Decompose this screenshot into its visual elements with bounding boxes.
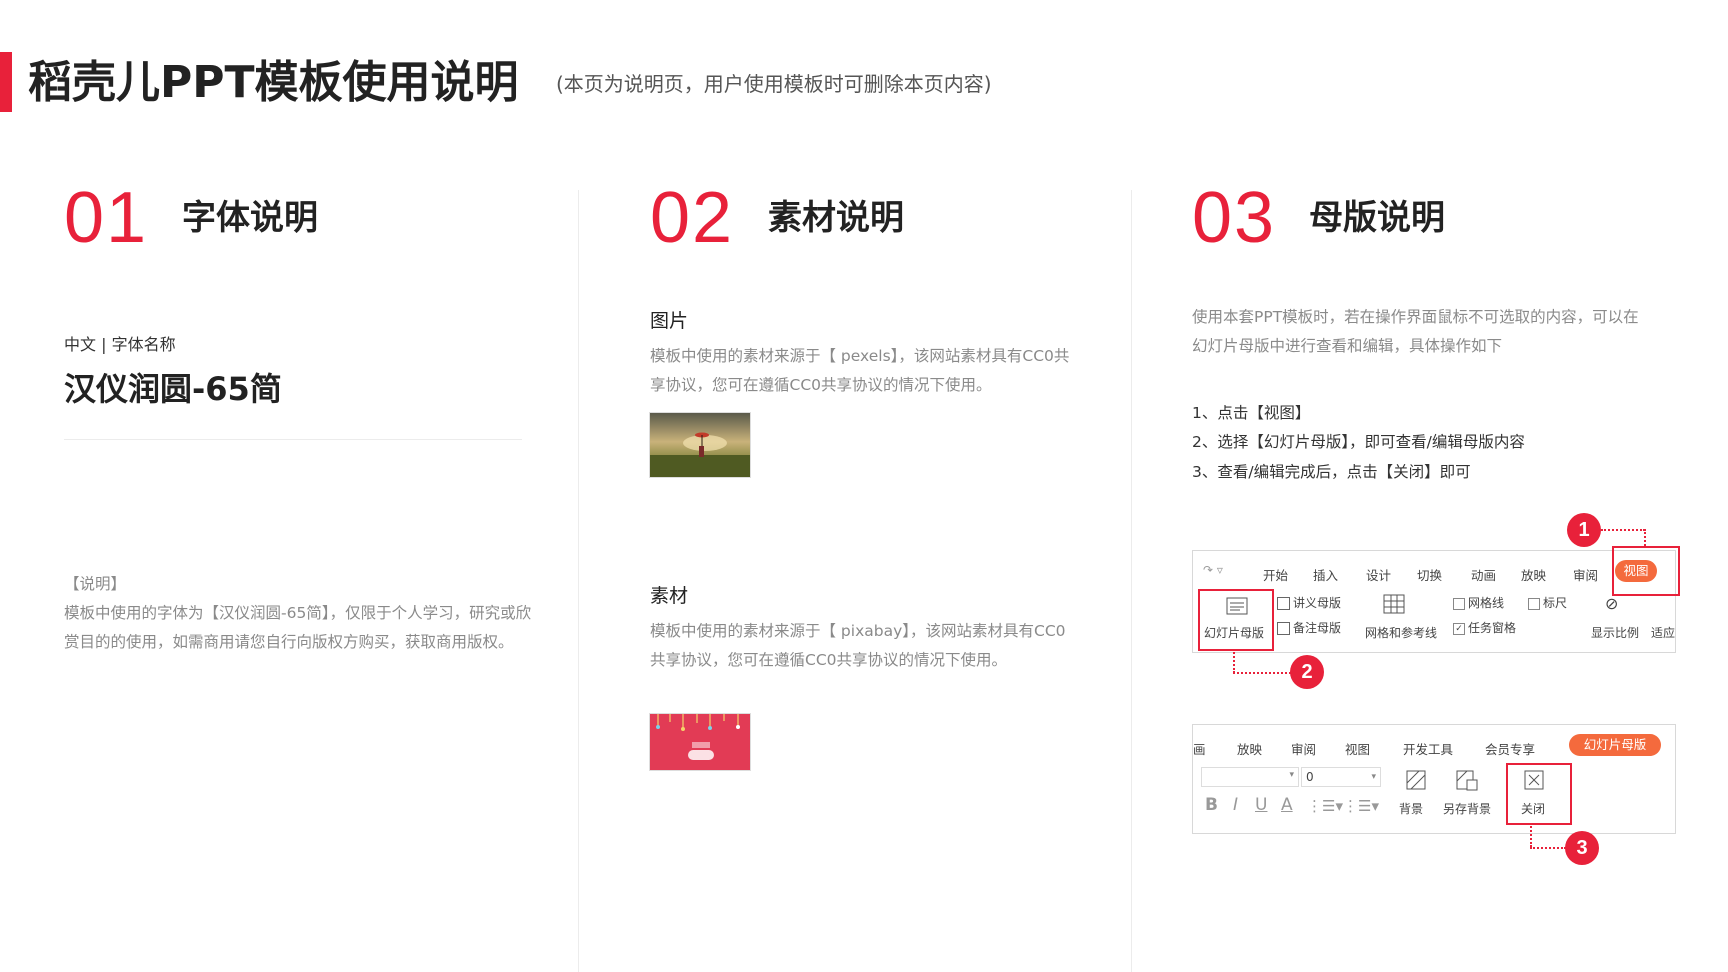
- ribbon-tab: 动画: [1471, 568, 1497, 583]
- master-intro: 使用本套PPT模板时，若在操作界面鼠标不可选取的内容，可以在幻灯片母版中进行查看…: [1192, 308, 1639, 355]
- asset-heading: 素材: [650, 585, 689, 607]
- step-3: 3、查看/编辑完成后，点击【关闭】即可: [1192, 463, 1471, 481]
- master-ribbon-illustration: 画 放映 审阅 视图 开发工具 会员专享 幻灯片母版 ▾ 0 ▾ B I U A …: [1192, 724, 1676, 834]
- ribbon-tab: 审阅: [1573, 568, 1599, 583]
- background-label: 背景: [1399, 802, 1424, 816]
- ribbon-tab: 审阅: [1291, 742, 1317, 757]
- notes-master: 备注母版: [1277, 619, 1341, 636]
- font-color-button: A: [1281, 795, 1293, 815]
- bullet-list-icon: ⋮☰▾: [1307, 797, 1343, 815]
- font-family-field: ▾: [1201, 767, 1299, 787]
- section-title: 母版说明: [1309, 198, 1445, 238]
- image-heading: 图片: [650, 310, 689, 332]
- save-background-label: 另存背景: [1443, 802, 1492, 816]
- asset-thumbnail: [649, 713, 751, 771]
- grid-icon: [1383, 594, 1405, 617]
- bold-button: B: [1205, 795, 1218, 815]
- font-size-field: 0 ▾: [1301, 767, 1381, 787]
- asset-description: 模板中使用的素材来源于【 pixabay】，该网站素材具有CC0共享协议，您可在…: [650, 622, 1066, 669]
- ribbon-tab: 设计: [1366, 568, 1392, 583]
- close-highlight: [1506, 763, 1572, 825]
- zoom-label: 显示比例: [1591, 626, 1640, 640]
- ribbon-tab: 视图: [1345, 742, 1371, 757]
- section-title: 素材说明: [768, 198, 904, 238]
- gridlines-option: 网格线: [1453, 594, 1504, 611]
- page-subtitle: (本页为说明页，用户使用模板时可删除本页内容): [556, 72, 992, 96]
- step-2: 2、选择【幻灯片母版】，即可查看/编辑母版内容: [1192, 433, 1525, 451]
- ribbon-tab: 插入: [1313, 568, 1339, 583]
- section-number: 02: [650, 178, 735, 258]
- connector-line: [1644, 529, 1646, 546]
- image-description: 模板中使用的素材来源于【 pexels】，该网站素材具有CC0共享协议，您可在遵…: [650, 347, 1070, 394]
- column-divider: [578, 190, 579, 972]
- ribbon-tab: 开始: [1263, 568, 1289, 583]
- handout-master: 讲义母版: [1277, 594, 1341, 611]
- task-pane-option: ✓ 任务窗格: [1453, 619, 1516, 636]
- step-badge: 3: [1565, 831, 1599, 865]
- ribbon-tab: 会员专享: [1485, 742, 1536, 757]
- connector-line: [1530, 847, 1566, 849]
- ribbon-tab: 开发工具: [1403, 742, 1454, 757]
- ribbon-tab: 放映: [1521, 568, 1547, 583]
- numbered-list-icon: ⋮☰▾: [1343, 797, 1379, 815]
- page-title: 稻壳儿PPT模板使用说明: [28, 57, 519, 108]
- section-number: 01: [64, 178, 149, 258]
- ribbon-tab: 放映: [1237, 742, 1263, 757]
- slide-master-tab-active: 幻灯片母版: [1569, 734, 1661, 756]
- note-text: 模板中使用的字体为【汉仪润圆-65简】，仅限于个人学习，研究或欣赏目的的使用，如…: [64, 604, 532, 651]
- section-number: 03: [1192, 178, 1277, 258]
- connector-line: [1233, 649, 1235, 673]
- step-badge: 2: [1290, 655, 1324, 689]
- note-title: 【说明】: [64, 575, 127, 593]
- step-1: 1、点击【视图】: [1192, 404, 1311, 422]
- title-accent-bar: [0, 52, 12, 112]
- notes-icon: [1277, 622, 1290, 635]
- fit-label: 适应: [1651, 626, 1676, 640]
- background-icon: [1405, 769, 1427, 794]
- connector-line: [1233, 672, 1291, 674]
- underline-button: U: [1255, 795, 1268, 815]
- slide-master-highlight: [1198, 589, 1274, 651]
- italic-button: I: [1233, 795, 1239, 815]
- task-pane-checkbox: ✓: [1453, 622, 1465, 635]
- redo-icon: ↷ ▿: [1203, 563, 1223, 577]
- connector-line: [1530, 823, 1532, 847]
- handout-icon: [1277, 597, 1290, 610]
- section-divider: [64, 439, 522, 440]
- ribbon-tab: 画: [1193, 742, 1206, 757]
- ribbon-tab: 切换: [1417, 568, 1443, 583]
- ruler-option: 标尺: [1528, 594, 1567, 611]
- font-label: 中文 | 字体名称: [64, 335, 176, 354]
- grid-guides-label: 网格和参考线: [1365, 626, 1438, 640]
- section-title: 字体说明: [182, 198, 318, 238]
- connector-line: [1601, 529, 1645, 531]
- zoom-icon: ⊘: [1605, 594, 1619, 613]
- gridlines-checkbox: [1453, 597, 1465, 610]
- ruler-checkbox: [1528, 597, 1540, 610]
- view-tab-highlight: [1612, 546, 1680, 596]
- step-badge: 1: [1567, 513, 1601, 547]
- font-name: 汉仪润圆-65简: [64, 370, 282, 408]
- save-background-icon: [1455, 769, 1479, 794]
- column-divider: [1131, 190, 1132, 972]
- photo-thumbnail: [649, 412, 751, 478]
